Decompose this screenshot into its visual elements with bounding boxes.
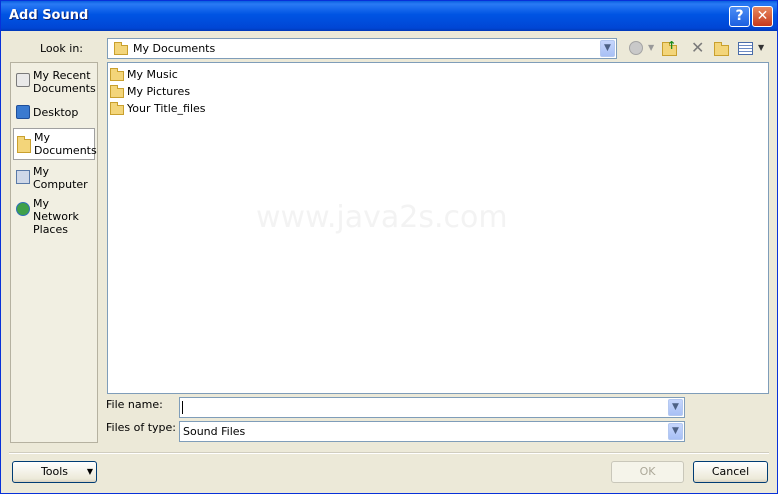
- ok-label: OK: [639, 465, 656, 478]
- tools-label: Tools: [40, 465, 69, 478]
- text-cursor: [182, 401, 183, 414]
- place-label: My Recent Documents: [33, 69, 96, 95]
- folder-icon: [110, 102, 124, 115]
- window-title: Add Sound: [9, 8, 89, 23]
- views-icon[interactable]: [738, 42, 753, 55]
- file-type-select[interactable]: Sound Files ▼: [179, 421, 685, 442]
- my-computer-icon: [16, 170, 30, 184]
- place-label: My Network Places: [33, 197, 79, 236]
- places-bar: My Recent Documents Desktop My Documents…: [10, 62, 98, 443]
- chevron-down-icon: ▼: [86, 467, 93, 476]
- list-item[interactable]: My Music: [110, 67, 190, 83]
- watermark: www.java2s.com: [256, 200, 508, 235]
- look-in-select[interactable]: My Documents ▼: [107, 38, 617, 59]
- file-type-value: Sound Files: [183, 425, 246, 438]
- network-places-icon: [16, 202, 30, 216]
- chevron-down-icon[interactable]: ▼: [668, 423, 683, 440]
- title-bar[interactable]: Add Sound ? ✕: [1, 1, 777, 31]
- ok-button[interactable]: OK: [611, 461, 684, 483]
- my-documents-icon: [114, 42, 128, 55]
- file-name-label: File name:: [106, 398, 163, 411]
- divider: [9, 452, 769, 454]
- delete-icon[interactable]: ✕: [691, 38, 704, 57]
- file-type-label: Files of type:: [106, 421, 177, 434]
- file-name-input[interactable]: ▼: [179, 397, 685, 418]
- cancel-label: Cancel: [711, 465, 750, 478]
- folder-icon: [110, 68, 124, 81]
- new-folder-icon[interactable]: [714, 41, 730, 57]
- tools-button[interactable]: Tools ▼: [12, 461, 97, 483]
- look-in-label: Look in:: [40, 42, 83, 55]
- desktop-icon: [16, 105, 30, 119]
- file-name: Your Title_files: [127, 102, 206, 115]
- file-name: My Music: [127, 68, 178, 81]
- cancel-button[interactable]: Cancel: [693, 461, 768, 483]
- back-dropdown-icon[interactable]: ▼: [648, 43, 654, 59]
- file-list[interactable]: My Music My Pictures Your Title_files ww…: [107, 62, 769, 394]
- place-my-computer[interactable]: My Computer: [13, 164, 95, 192]
- help-button[interactable]: ?: [729, 6, 750, 27]
- up-folder-icon[interactable]: ↑: [662, 39, 678, 57]
- chevron-down-icon[interactable]: ▼: [668, 399, 683, 416]
- views-dropdown-icon[interactable]: ▼: [758, 43, 764, 59]
- place-network-places[interactable]: My Network Places: [13, 196, 95, 236]
- place-recent-documents[interactable]: My Recent Documents: [13, 67, 96, 97]
- list-item[interactable]: Your Title_files: [110, 101, 220, 117]
- folder-icon: [110, 85, 124, 98]
- add-sound-dialog: Add Sound ? ✕ Look in: My Documents ▼ ▼ …: [0, 0, 778, 494]
- chevron-down-icon[interactable]: ▼: [600, 40, 615, 57]
- place-label: My Computer: [33, 165, 88, 191]
- my-documents-icon: [17, 136, 31, 153]
- place-label: My Documents: [34, 131, 97, 157]
- list-item[interactable]: My Pictures: [110, 84, 200, 100]
- place-my-documents[interactable]: My Documents: [13, 128, 97, 160]
- place-label: Desktop: [33, 106, 79, 119]
- back-icon[interactable]: [629, 41, 643, 55]
- close-button[interactable]: ✕: [752, 6, 773, 27]
- look-in-value: My Documents: [133, 42, 216, 55]
- recent-documents-icon: [16, 73, 30, 87]
- place-desktop[interactable]: Desktop: [13, 103, 95, 121]
- file-name: My Pictures: [127, 85, 191, 98]
